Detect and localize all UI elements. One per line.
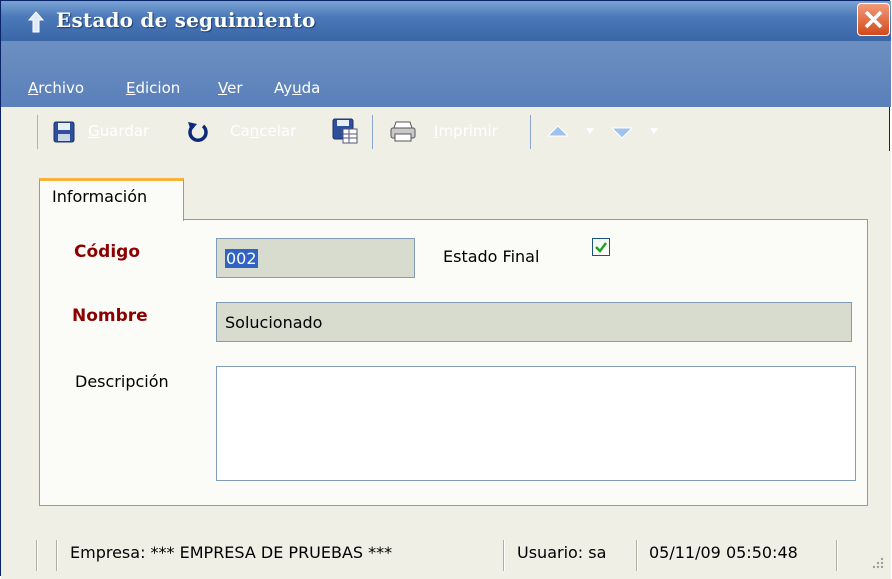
tab-informacion-label: Información bbox=[52, 187, 148, 206]
menu-toolbar-area bbox=[1, 41, 891, 107]
status-fecha: 05/11/09 05:50:48 bbox=[649, 543, 798, 562]
arrow-down-icon[interactable] bbox=[610, 124, 634, 140]
status-separator bbox=[36, 540, 38, 571]
floppy-disk-icon[interactable] bbox=[53, 121, 75, 143]
cancel-button[interactable]: Cancelar bbox=[230, 122, 296, 140]
window: Estado de seguimiento Archivo Edicion Ve… bbox=[0, 0, 891, 579]
save-button[interactable]: Guardar bbox=[88, 122, 149, 140]
descripcion-textarea[interactable] bbox=[216, 366, 856, 481]
checkmark-icon bbox=[595, 242, 607, 253]
undo-icon[interactable] bbox=[186, 120, 210, 144]
close-button[interactable] bbox=[857, 3, 890, 36]
status-separator bbox=[503, 540, 505, 571]
codigo-value: 002 bbox=[225, 249, 258, 268]
estado-final-checkbox[interactable] bbox=[592, 238, 610, 256]
status-separator bbox=[56, 540, 58, 571]
print-button[interactable]: Imprimir bbox=[434, 122, 498, 140]
resize-grip-icon[interactable] bbox=[869, 554, 885, 570]
save-table-icon[interactable] bbox=[332, 118, 358, 144]
nombre-label: Nombre bbox=[72, 306, 148, 326]
status-empresa: Empresa: *** EMPRESA DE PRUEBAS *** bbox=[70, 543, 393, 562]
status-separator bbox=[836, 540, 838, 571]
codigo-field[interactable]: 002 bbox=[216, 238, 415, 278]
toolbar-separator bbox=[372, 115, 373, 149]
menu-ver[interactable]: Ver bbox=[218, 79, 243, 97]
estado-final-label: Estado Final bbox=[443, 247, 540, 266]
toolbar-separator bbox=[530, 115, 531, 149]
descripcion-label: Descripción bbox=[75, 372, 169, 391]
toolbar-grip bbox=[37, 115, 38, 149]
menu-archivo[interactable]: Archivo bbox=[28, 79, 84, 97]
window-title: Estado de seguimiento bbox=[56, 8, 316, 32]
codigo-label: Código bbox=[74, 242, 140, 262]
nombre-field[interactable]: Solucionado bbox=[216, 302, 852, 342]
menu-ayuda[interactable]: Ayuda bbox=[274, 79, 320, 97]
status-separator bbox=[636, 540, 638, 571]
title-bar: Estado de seguimiento bbox=[1, 1, 891, 41]
chevron-down-icon[interactable] bbox=[585, 127, 595, 135]
chevron-down-icon[interactable] bbox=[649, 127, 659, 135]
arrow-up-icon[interactable] bbox=[546, 124, 570, 140]
arrow-up-icon bbox=[27, 11, 45, 33]
status-usuario: Usuario: sa bbox=[517, 543, 607, 562]
printer-icon[interactable] bbox=[390, 120, 416, 144]
close-icon bbox=[864, 10, 883, 29]
menu-edicion[interactable]: Edicion bbox=[126, 79, 180, 97]
